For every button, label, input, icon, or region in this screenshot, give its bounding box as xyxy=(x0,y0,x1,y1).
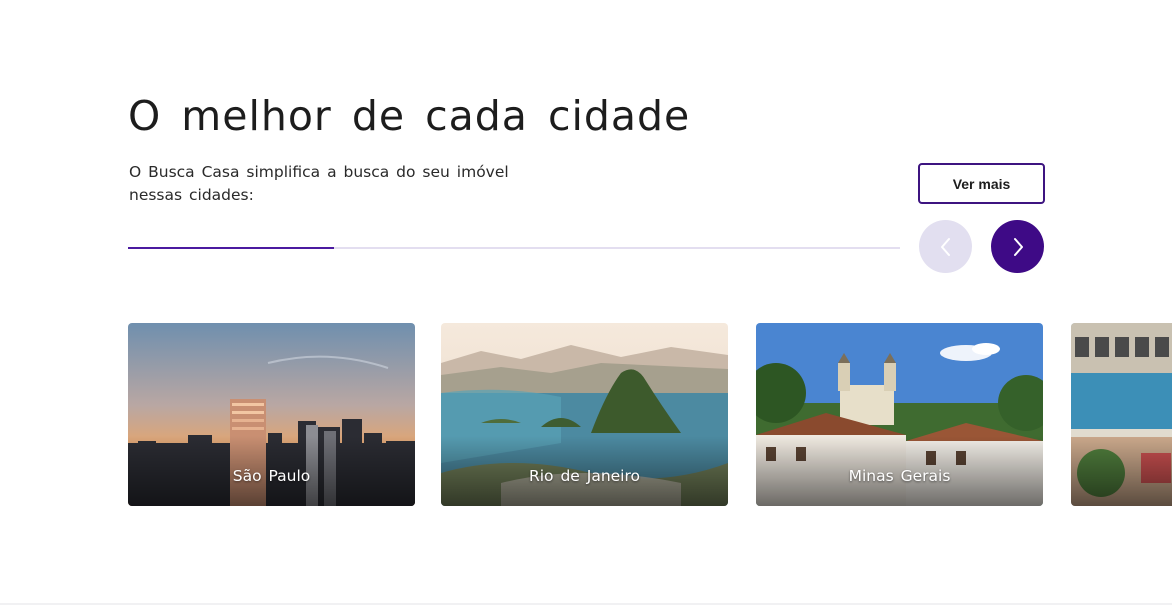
carousel-next-button[interactable] xyxy=(991,220,1044,273)
city-card-sao-paulo[interactable]: São Paulo xyxy=(128,323,415,506)
cities-section: O melhor de cada cidade O Busca Casa sim… xyxy=(0,0,1172,606)
city-card-label: Minas Gerais xyxy=(848,467,951,485)
city-card-partial[interactable] xyxy=(1071,323,1172,506)
city-card-label: Rio de Janeiro xyxy=(528,467,641,485)
chevron-left-icon xyxy=(940,237,950,256)
carousel-prev-button[interactable] xyxy=(919,220,972,273)
section-subtitle: O Busca Casa simplifica a busca do seu i… xyxy=(129,163,509,204)
see-more-button[interactable]: Ver mais xyxy=(918,163,1045,204)
city-card-rio-de-janeiro[interactable]: Rio de Janeiro xyxy=(441,323,728,506)
carousel-progress-track xyxy=(128,246,900,249)
carousel-progress-fill xyxy=(128,246,335,249)
city-card-minas-gerais[interactable]: Minas Gerais xyxy=(756,323,1043,506)
chevron-right-icon xyxy=(1013,237,1023,256)
section-title: O melhor de cada cidade xyxy=(128,92,691,140)
section-divider xyxy=(0,603,1172,605)
city-card-label: São Paulo xyxy=(232,467,311,485)
